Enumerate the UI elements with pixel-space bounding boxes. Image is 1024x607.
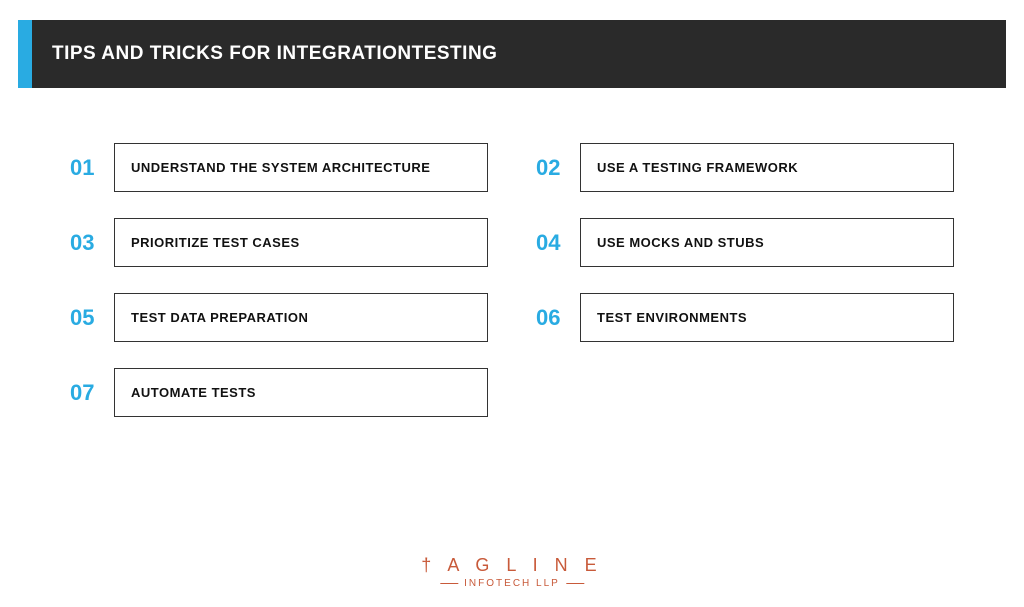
tip-label: TEST ENVIRONMENTS [580, 293, 954, 342]
tip-number: 02 [536, 155, 580, 181]
logo-line-right [566, 583, 584, 584]
tip-item: 03 PRIORITIZE TEST CASES [70, 218, 488, 267]
tips-grid: 01 UNDERSTAND THE SYSTEM ARCHITECTURE 02… [70, 143, 954, 417]
logo-subtitle: INFOTECH LLP [421, 578, 602, 589]
page-title: TIPS AND TRICKS FOR INTEGRATIONTESTING [52, 43, 497, 65]
tip-number: 07 [70, 380, 114, 406]
tip-label: PRIORITIZE TEST CASES [114, 218, 488, 267]
tip-item: 06 TEST ENVIRONMENTS [536, 293, 954, 342]
logo-brand-name: † A G L I N E [421, 555, 602, 576]
tip-item: 07 AUTOMATE TESTS [70, 368, 488, 417]
tip-item: 05 TEST DATA PREPARATION [70, 293, 488, 342]
tip-label: USE A TESTING FRAMEWORK [580, 143, 954, 192]
tip-item: 02 USE A TESTING FRAMEWORK [536, 143, 954, 192]
tip-number: 03 [70, 230, 114, 256]
tip-label: UNDERSTAND THE SYSTEM ARCHITECTURE [114, 143, 488, 192]
page-header: TIPS AND TRICKS FOR INTEGRATIONTESTING [18, 20, 1006, 88]
logo-subtitle-text: INFOTECH LLP [464, 578, 560, 589]
tip-item: 04 USE MOCKS AND STUBS [536, 218, 954, 267]
tip-label: AUTOMATE TESTS [114, 368, 488, 417]
tip-label: TEST DATA PREPARATION [114, 293, 488, 342]
footer-logo: † A G L I N E INFOTECH LLP [421, 555, 602, 589]
logo-line-left [440, 583, 458, 584]
header-accent-bar [18, 20, 32, 88]
tip-number: 05 [70, 305, 114, 331]
content-area: 01 UNDERSTAND THE SYSTEM ARCHITECTURE 02… [0, 88, 1024, 417]
tip-label: USE MOCKS AND STUBS [580, 218, 954, 267]
tip-item: 01 UNDERSTAND THE SYSTEM ARCHITECTURE [70, 143, 488, 192]
tip-number: 01 [70, 155, 114, 181]
tip-number: 04 [536, 230, 580, 256]
tip-number: 06 [536, 305, 580, 331]
